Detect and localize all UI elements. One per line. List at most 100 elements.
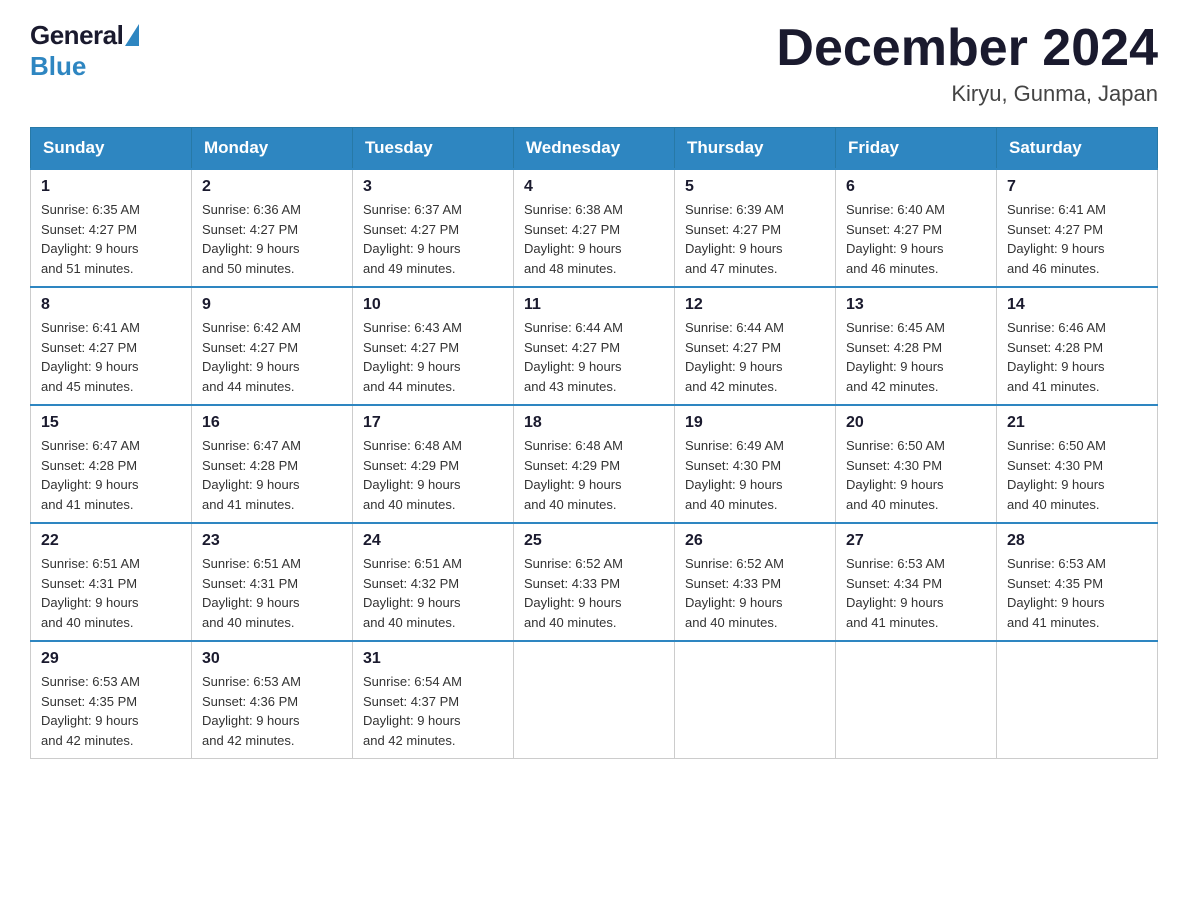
day-number: 7 (1007, 178, 1147, 196)
day-info: Sunrise: 6:39 AM Sunset: 4:27 PM Dayligh… (685, 200, 825, 278)
calendar-cell: 3 Sunrise: 6:37 AM Sunset: 4:27 PM Dayli… (353, 169, 514, 287)
day-number: 24 (363, 532, 503, 550)
day-number: 25 (524, 532, 664, 550)
calendar-cell: 21 Sunrise: 6:50 AM Sunset: 4:30 PM Dayl… (997, 405, 1158, 523)
calendar-cell: 16 Sunrise: 6:47 AM Sunset: 4:28 PM Dayl… (192, 405, 353, 523)
title-area: December 2024 Kiryu, Gunma, Japan (776, 20, 1158, 107)
day-number: 12 (685, 296, 825, 314)
day-number: 8 (41, 296, 181, 314)
day-info: Sunrise: 6:41 AM Sunset: 4:27 PM Dayligh… (1007, 200, 1147, 278)
weekday-header-row: Sunday Monday Tuesday Wednesday Thursday… (31, 128, 1158, 170)
day-info: Sunrise: 6:51 AM Sunset: 4:31 PM Dayligh… (41, 554, 181, 632)
day-number: 16 (202, 414, 342, 432)
logo-triangle-icon (125, 24, 139, 46)
day-info: Sunrise: 6:53 AM Sunset: 4:35 PM Dayligh… (1007, 554, 1147, 632)
location-text: Kiryu, Gunma, Japan (776, 81, 1158, 107)
day-number: 22 (41, 532, 181, 550)
day-number: 4 (524, 178, 664, 196)
header-sunday: Sunday (31, 128, 192, 170)
calendar-cell: 30 Sunrise: 6:53 AM Sunset: 4:36 PM Dayl… (192, 641, 353, 759)
header-wednesday: Wednesday (514, 128, 675, 170)
day-number: 17 (363, 414, 503, 432)
day-info: Sunrise: 6:40 AM Sunset: 4:27 PM Dayligh… (846, 200, 986, 278)
calendar-cell: 2 Sunrise: 6:36 AM Sunset: 4:27 PM Dayli… (192, 169, 353, 287)
day-info: Sunrise: 6:54 AM Sunset: 4:37 PM Dayligh… (363, 672, 503, 750)
calendar-cell: 29 Sunrise: 6:53 AM Sunset: 4:35 PM Dayl… (31, 641, 192, 759)
calendar-cell: 26 Sunrise: 6:52 AM Sunset: 4:33 PM Dayl… (675, 523, 836, 641)
header-monday: Monday (192, 128, 353, 170)
calendar-cell: 6 Sunrise: 6:40 AM Sunset: 4:27 PM Dayli… (836, 169, 997, 287)
calendar-cell: 14 Sunrise: 6:46 AM Sunset: 4:28 PM Dayl… (997, 287, 1158, 405)
day-number: 31 (363, 650, 503, 668)
day-info: Sunrise: 6:50 AM Sunset: 4:30 PM Dayligh… (1007, 436, 1147, 514)
day-number: 3 (363, 178, 503, 196)
day-number: 20 (846, 414, 986, 432)
day-info: Sunrise: 6:48 AM Sunset: 4:29 PM Dayligh… (363, 436, 503, 514)
day-number: 27 (846, 532, 986, 550)
calendar-cell: 25 Sunrise: 6:52 AM Sunset: 4:33 PM Dayl… (514, 523, 675, 641)
calendar-cell: 31 Sunrise: 6:54 AM Sunset: 4:37 PM Dayl… (353, 641, 514, 759)
day-number: 5 (685, 178, 825, 196)
day-info: Sunrise: 6:37 AM Sunset: 4:27 PM Dayligh… (363, 200, 503, 278)
day-info: Sunrise: 6:36 AM Sunset: 4:27 PM Dayligh… (202, 200, 342, 278)
week-row-4: 22 Sunrise: 6:51 AM Sunset: 4:31 PM Dayl… (31, 523, 1158, 641)
week-row-1: 1 Sunrise: 6:35 AM Sunset: 4:27 PM Dayli… (31, 169, 1158, 287)
day-number: 11 (524, 296, 664, 314)
header-thursday: Thursday (675, 128, 836, 170)
day-info: Sunrise: 6:52 AM Sunset: 4:33 PM Dayligh… (524, 554, 664, 632)
month-title: December 2024 (776, 20, 1158, 77)
day-info: Sunrise: 6:44 AM Sunset: 4:27 PM Dayligh… (524, 318, 664, 396)
day-info: Sunrise: 6:47 AM Sunset: 4:28 PM Dayligh… (41, 436, 181, 514)
day-number: 23 (202, 532, 342, 550)
calendar-cell: 17 Sunrise: 6:48 AM Sunset: 4:29 PM Dayl… (353, 405, 514, 523)
day-number: 29 (41, 650, 181, 668)
header-saturday: Saturday (997, 128, 1158, 170)
day-number: 30 (202, 650, 342, 668)
calendar-cell (675, 641, 836, 759)
calendar-cell: 7 Sunrise: 6:41 AM Sunset: 4:27 PM Dayli… (997, 169, 1158, 287)
calendar-cell (997, 641, 1158, 759)
day-number: 2 (202, 178, 342, 196)
calendar-cell: 22 Sunrise: 6:51 AM Sunset: 4:31 PM Dayl… (31, 523, 192, 641)
day-number: 6 (846, 178, 986, 196)
calendar-cell: 12 Sunrise: 6:44 AM Sunset: 4:27 PM Dayl… (675, 287, 836, 405)
calendar-cell (836, 641, 997, 759)
day-number: 26 (685, 532, 825, 550)
calendar-cell: 20 Sunrise: 6:50 AM Sunset: 4:30 PM Dayl… (836, 405, 997, 523)
logo-blue-text: Blue (30, 51, 86, 82)
day-info: Sunrise: 6:51 AM Sunset: 4:32 PM Dayligh… (363, 554, 503, 632)
day-number: 9 (202, 296, 342, 314)
day-info: Sunrise: 6:48 AM Sunset: 4:29 PM Dayligh… (524, 436, 664, 514)
calendar-cell: 24 Sunrise: 6:51 AM Sunset: 4:32 PM Dayl… (353, 523, 514, 641)
logo: General Blue (30, 20, 139, 82)
calendar-cell: 23 Sunrise: 6:51 AM Sunset: 4:31 PM Dayl… (192, 523, 353, 641)
day-number: 15 (41, 414, 181, 432)
day-info: Sunrise: 6:45 AM Sunset: 4:28 PM Dayligh… (846, 318, 986, 396)
day-info: Sunrise: 6:44 AM Sunset: 4:27 PM Dayligh… (685, 318, 825, 396)
day-number: 28 (1007, 532, 1147, 550)
calendar-cell: 9 Sunrise: 6:42 AM Sunset: 4:27 PM Dayli… (192, 287, 353, 405)
week-row-5: 29 Sunrise: 6:53 AM Sunset: 4:35 PM Dayl… (31, 641, 1158, 759)
calendar-cell: 10 Sunrise: 6:43 AM Sunset: 4:27 PM Dayl… (353, 287, 514, 405)
week-row-2: 8 Sunrise: 6:41 AM Sunset: 4:27 PM Dayli… (31, 287, 1158, 405)
day-number: 18 (524, 414, 664, 432)
day-info: Sunrise: 6:35 AM Sunset: 4:27 PM Dayligh… (41, 200, 181, 278)
day-number: 14 (1007, 296, 1147, 314)
day-number: 1 (41, 178, 181, 196)
day-info: Sunrise: 6:47 AM Sunset: 4:28 PM Dayligh… (202, 436, 342, 514)
day-info: Sunrise: 6:41 AM Sunset: 4:27 PM Dayligh… (41, 318, 181, 396)
header-tuesday: Tuesday (353, 128, 514, 170)
calendar-cell: 11 Sunrise: 6:44 AM Sunset: 4:27 PM Dayl… (514, 287, 675, 405)
day-info: Sunrise: 6:53 AM Sunset: 4:35 PM Dayligh… (41, 672, 181, 750)
week-row-3: 15 Sunrise: 6:47 AM Sunset: 4:28 PM Dayl… (31, 405, 1158, 523)
calendar-cell: 5 Sunrise: 6:39 AM Sunset: 4:27 PM Dayli… (675, 169, 836, 287)
day-number: 10 (363, 296, 503, 314)
calendar-cell: 28 Sunrise: 6:53 AM Sunset: 4:35 PM Dayl… (997, 523, 1158, 641)
day-info: Sunrise: 6:46 AM Sunset: 4:28 PM Dayligh… (1007, 318, 1147, 396)
day-info: Sunrise: 6:51 AM Sunset: 4:31 PM Dayligh… (202, 554, 342, 632)
day-number: 13 (846, 296, 986, 314)
calendar-cell: 1 Sunrise: 6:35 AM Sunset: 4:27 PM Dayli… (31, 169, 192, 287)
calendar-table: Sunday Monday Tuesday Wednesday Thursday… (30, 127, 1158, 759)
day-number: 21 (1007, 414, 1147, 432)
day-info: Sunrise: 6:38 AM Sunset: 4:27 PM Dayligh… (524, 200, 664, 278)
